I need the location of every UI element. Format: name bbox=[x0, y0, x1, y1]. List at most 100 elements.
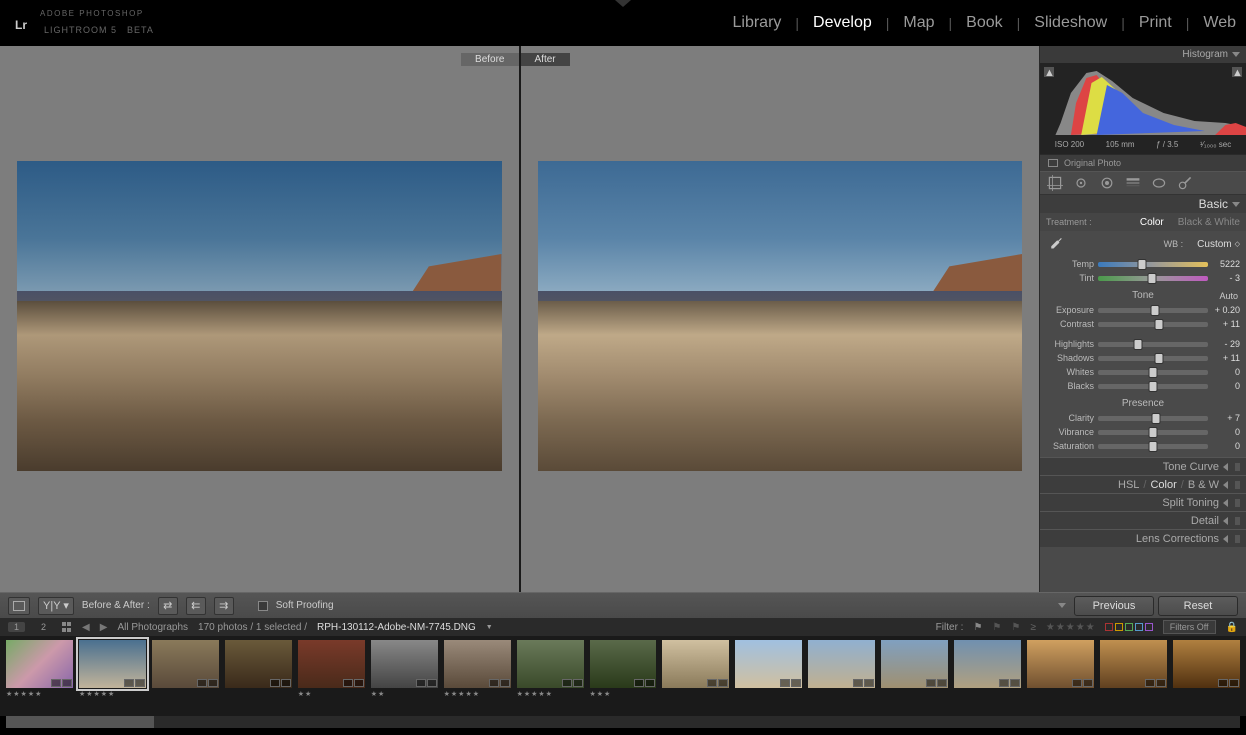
forward-arrow-icon[interactable]: ▶ bbox=[100, 622, 108, 633]
rating-filter[interactable]: ★★★★★ bbox=[1046, 622, 1095, 633]
hsl-panel[interactable]: HSL/Color/B & W bbox=[1040, 475, 1246, 493]
thumbnail[interactable] bbox=[1027, 640, 1094, 700]
color-label[interactable] bbox=[1135, 623, 1143, 631]
detail-panel[interactable]: Detail bbox=[1040, 511, 1246, 529]
blacks-slider[interactable] bbox=[1098, 384, 1208, 389]
saturation-value[interactable]: 0 bbox=[1212, 441, 1240, 451]
radial-filter-icon[interactable] bbox=[1150, 174, 1168, 192]
clarity-slider[interactable] bbox=[1098, 416, 1208, 421]
split-toning-panel[interactable]: Split Toning bbox=[1040, 493, 1246, 511]
collection-name[interactable]: All Photographs bbox=[117, 622, 188, 633]
saturation-slider[interactable] bbox=[1098, 444, 1208, 449]
soft-proofing-checkbox[interactable] bbox=[258, 601, 268, 611]
exposure-value[interactable]: + 0.20 bbox=[1212, 305, 1240, 315]
eyedropper-icon[interactable] bbox=[1046, 235, 1064, 253]
previous-button[interactable]: Previous bbox=[1074, 596, 1154, 616]
clarity-value[interactable]: + 7 bbox=[1212, 413, 1240, 423]
adjustment-brush-icon[interactable] bbox=[1176, 174, 1194, 192]
copy-after-button[interactable]: ⇉ bbox=[214, 597, 234, 615]
module-library[interactable]: Library bbox=[733, 12, 782, 34]
whites-slider[interactable] bbox=[1098, 370, 1208, 375]
thumbnail[interactable] bbox=[1100, 640, 1167, 700]
thumbnail[interactable]: ★★★ bbox=[590, 640, 657, 700]
thumbnail[interactable]: ★★★★★ bbox=[79, 640, 146, 700]
filter-preset-select[interactable]: Filters Off bbox=[1163, 620, 1216, 634]
thumbnail[interactable] bbox=[1173, 640, 1240, 700]
loupe-view-button[interactable] bbox=[8, 597, 30, 615]
thumbnail[interactable] bbox=[152, 640, 219, 700]
window-2[interactable]: 2 bbox=[35, 622, 52, 632]
filmstrip[interactable]: ★★★★★★★★★★★★★★★★★★★★★★★★★★★ bbox=[0, 636, 1246, 716]
thumbnail[interactable] bbox=[808, 640, 875, 700]
compare-view-button[interactable]: Y|Y ▾ bbox=[38, 597, 74, 615]
back-arrow-icon[interactable]: ◀ bbox=[82, 622, 90, 633]
thumbnail[interactable]: ★★★★★ bbox=[517, 640, 584, 700]
module-map[interactable]: Map bbox=[903, 12, 934, 34]
thumbnail[interactable]: ★★ bbox=[371, 640, 438, 700]
basic-header[interactable]: Basic bbox=[1040, 195, 1246, 213]
lock-icon[interactable]: 🔒 bbox=[1226, 622, 1238, 633]
contrast-value[interactable]: + 11 bbox=[1212, 319, 1240, 329]
thumbnail[interactable] bbox=[225, 640, 292, 700]
shadows-slider[interactable] bbox=[1098, 356, 1208, 361]
highlights-slider[interactable] bbox=[1098, 342, 1208, 347]
module-slideshow[interactable]: Slideshow bbox=[1034, 12, 1107, 34]
scrollbar-thumb[interactable] bbox=[6, 716, 154, 728]
thumbnail[interactable] bbox=[954, 640, 1021, 700]
tint-value[interactable]: - 3 bbox=[1212, 273, 1240, 283]
toolbar-menu-icon[interactable] bbox=[1058, 603, 1066, 608]
contrast-slider[interactable] bbox=[1098, 322, 1208, 327]
thumbnail[interactable]: ★★★★★ bbox=[6, 640, 73, 700]
thumbnail[interactable] bbox=[881, 640, 948, 700]
shadow-clip-icon[interactable]: ▲ bbox=[1044, 67, 1054, 77]
filmstrip-scrollbar[interactable] bbox=[6, 716, 1240, 728]
thumbnail[interactable]: ★★★★★ bbox=[444, 640, 511, 700]
color-label[interactable] bbox=[1125, 623, 1133, 631]
histogram-header[interactable]: Histogram bbox=[1040, 46, 1246, 63]
temp-slider[interactable] bbox=[1098, 262, 1208, 267]
module-web[interactable]: Web bbox=[1203, 12, 1236, 34]
color-label-filter[interactable] bbox=[1105, 623, 1153, 631]
highlights-value[interactable]: - 29 bbox=[1212, 339, 1240, 349]
flag-rejected-icon[interactable]: ⚑ bbox=[1011, 622, 1020, 633]
wb-select[interactable]: Custom◇ bbox=[1197, 239, 1240, 250]
color-label[interactable] bbox=[1115, 623, 1123, 631]
window-1[interactable]: 1 bbox=[8, 622, 25, 632]
original-photo-toggle[interactable]: Original Photo bbox=[1040, 155, 1246, 171]
top-panel-toggle[interactable] bbox=[615, 0, 631, 7]
module-print[interactable]: Print bbox=[1139, 12, 1172, 34]
flag-picked-icon[interactable]: ⚑ bbox=[973, 622, 982, 633]
module-book[interactable]: Book bbox=[966, 12, 1002, 34]
reset-button[interactable]: Reset bbox=[1158, 596, 1238, 616]
treatment-blackwhite[interactable]: Black & White bbox=[1178, 217, 1240, 228]
color-label[interactable] bbox=[1145, 623, 1153, 631]
thumbnail[interactable] bbox=[662, 640, 729, 700]
thumbnail[interactable]: ★★ bbox=[298, 640, 365, 700]
flag-unpicked-icon[interactable]: ⚑ bbox=[992, 622, 1001, 633]
spot-removal-icon[interactable] bbox=[1072, 174, 1090, 192]
thumbnail[interactable] bbox=[735, 640, 802, 700]
exposure-slider[interactable] bbox=[1098, 308, 1208, 313]
module-develop[interactable]: Develop bbox=[813, 12, 872, 34]
whites-value[interactable]: 0 bbox=[1212, 367, 1240, 377]
shadows-value[interactable]: + 11 bbox=[1212, 353, 1240, 363]
crop-icon[interactable] bbox=[1046, 174, 1064, 192]
temp-value[interactable]: 5222 bbox=[1212, 259, 1240, 269]
tone-curve-panel[interactable]: Tone Curve bbox=[1040, 457, 1246, 475]
lens-corrections-panel[interactable]: Lens Corrections bbox=[1040, 529, 1246, 547]
graduated-filter-icon[interactable] bbox=[1124, 174, 1142, 192]
after-pane[interactable]: After bbox=[519, 46, 1040, 592]
blacks-value[interactable]: 0 bbox=[1212, 381, 1240, 391]
tint-slider[interactable] bbox=[1098, 276, 1208, 281]
color-label[interactable] bbox=[1105, 623, 1113, 631]
swap-button[interactable]: ⇄ bbox=[158, 597, 178, 615]
highlight-clip-icon[interactable]: ▲ bbox=[1232, 67, 1242, 77]
auto-button[interactable]: Auto bbox=[1219, 291, 1238, 301]
before-pane[interactable]: Before bbox=[0, 46, 519, 592]
vibrance-value[interactable]: 0 bbox=[1212, 427, 1240, 437]
copy-before-button[interactable]: ⇇ bbox=[186, 597, 206, 615]
vibrance-slider[interactable] bbox=[1098, 430, 1208, 435]
grid-icon[interactable] bbox=[62, 622, 72, 632]
red-eye-icon[interactable] bbox=[1098, 174, 1116, 192]
treatment-color[interactable]: Color bbox=[1140, 217, 1164, 228]
